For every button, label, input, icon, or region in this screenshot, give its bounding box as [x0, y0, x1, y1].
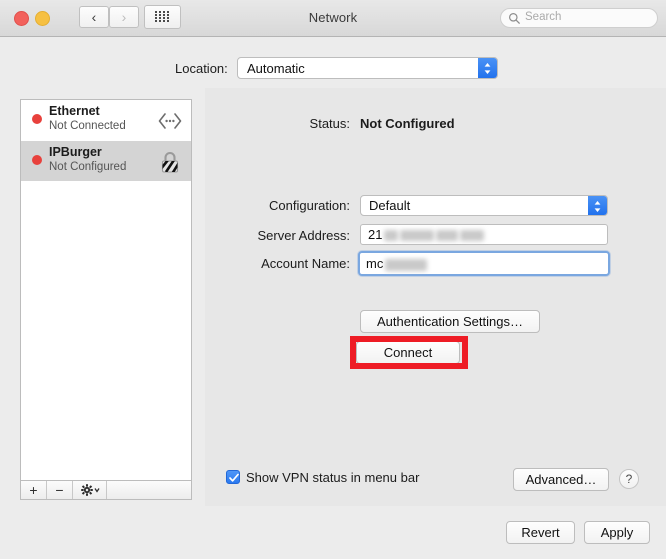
authentication-settings-button[interactable]: Authentication Settings… [360, 310, 540, 333]
location-label: Location: [175, 61, 228, 76]
list-item-status: Not Connected [49, 120, 126, 132]
server-address-label: Server Address: [257, 228, 351, 243]
search-icon [509, 13, 521, 25]
redacted-block [384, 230, 399, 242]
status-dot-icon [32, 114, 42, 124]
show-vpn-status-checkbox[interactable] [226, 470, 240, 484]
revert-button[interactable]: Revert [506, 521, 575, 544]
redacted-block [400, 230, 435, 242]
show-vpn-status-label: Show VPN status in menu bar [246, 470, 420, 485]
status-dot-icon [32, 155, 42, 165]
advanced-button[interactable]: Advanced… [513, 468, 609, 491]
server-address-value: 21 [368, 227, 383, 242]
list-item[interactable]: IPBurger Not Configured [21, 141, 191, 182]
chevron-down-icon [93, 488, 100, 493]
status-label: Status: [309, 116, 350, 131]
configuration-label: Configuration: [269, 198, 350, 213]
search-field[interactable]: Search [500, 8, 658, 28]
configuration-popup-button[interactable]: Default [360, 195, 608, 216]
status-value: Not Configured [360, 116, 455, 131]
location-popup-button[interactable]: Automatic [237, 57, 498, 79]
network-preferences-window: ‹ › Network Search Location: Automatic E… [0, 0, 666, 559]
apply-button[interactable]: Apply [584, 521, 650, 544]
redacted-block [436, 230, 459, 242]
chevron-updown-icon [478, 58, 497, 78]
service-list-toolbar: + − [20, 480, 192, 500]
location-value: Automatic [247, 61, 305, 76]
list-item-status: Not Configured [49, 161, 127, 173]
checkmark-icon [229, 473, 239, 482]
vpn-lock-icon [161, 151, 179, 173]
list-item-name: IPBurger [49, 145, 102, 159]
server-address-input[interactable]: 21 [360, 224, 608, 245]
configuration-value: Default [369, 198, 411, 213]
service-actions-button[interactable] [73, 481, 107, 499]
gear-icon [80, 484, 93, 496]
window-titlebar: ‹ › Network Search [0, 0, 666, 37]
service-detail-pane [205, 88, 666, 506]
redacted-block [385, 258, 428, 271]
redacted-block [460, 230, 485, 242]
network-service-list[interactable]: Ethernet Not Connected IPBurger Not Conf… [20, 99, 192, 482]
account-name-value: mc [366, 256, 384, 271]
remove-service-button[interactable]: − [47, 481, 73, 499]
list-item-name: Ethernet [49, 104, 100, 118]
connect-button-highlight [350, 336, 468, 369]
account-name-input[interactable]: mc [358, 251, 610, 276]
search-input[interactable]: Search [525, 11, 561, 23]
chevron-updown-icon [588, 196, 607, 215]
add-service-button[interactable]: + [21, 481, 47, 499]
help-button[interactable]: ? [619, 469, 639, 489]
account-name-label: Account Name: [261, 256, 350, 271]
